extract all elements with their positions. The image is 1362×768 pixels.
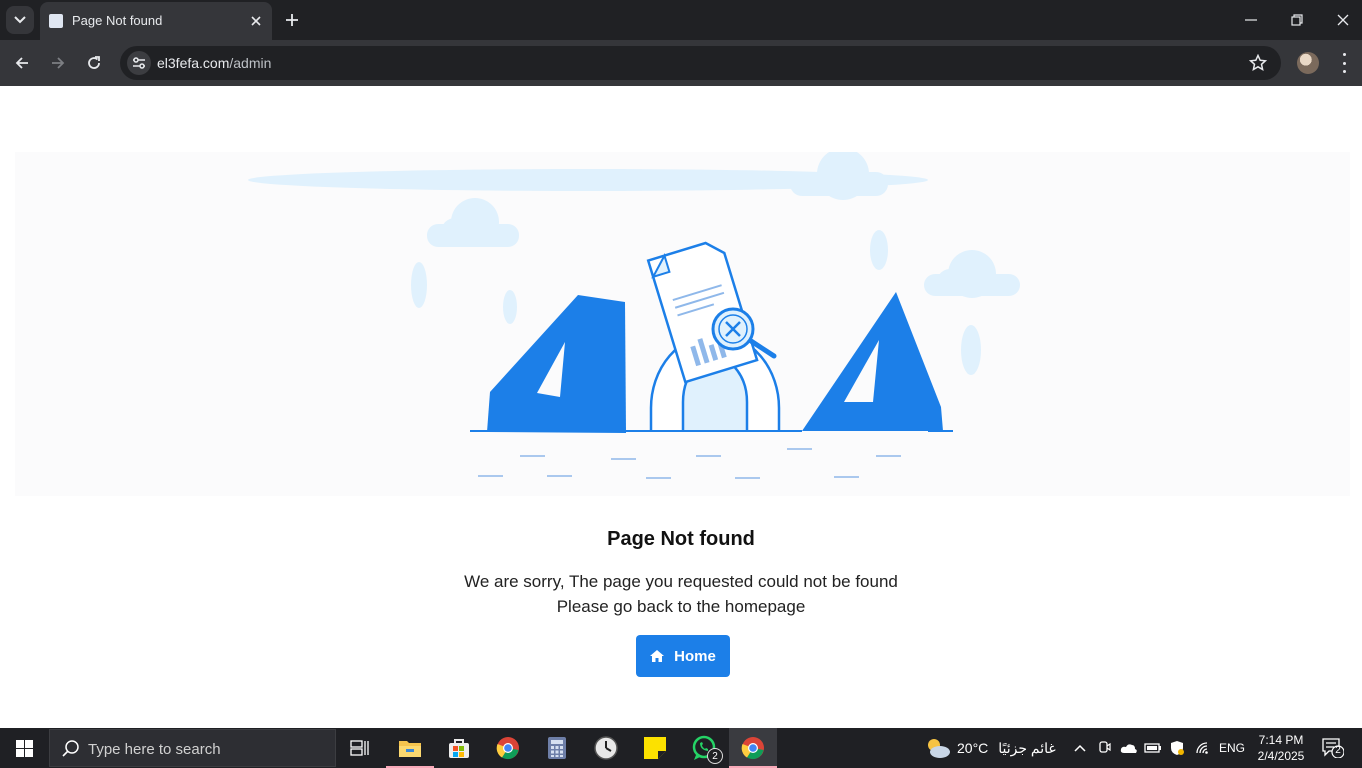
alarm-clock-icon [594, 736, 618, 760]
url-path: /admin [229, 55, 272, 71]
forward-button[interactable] [44, 49, 72, 77]
battery-icon[interactable] [1143, 728, 1163, 768]
network-icon[interactable] [1193, 728, 1213, 768]
weather-description: غائم جزئيًا [998, 739, 1056, 756]
page-title: Page Not found [607, 528, 755, 550]
task-view-icon [350, 740, 369, 756]
input-language[interactable]: ENG [1219, 741, 1245, 755]
chrome-icon [741, 737, 764, 760]
minimize-icon [1245, 19, 1257, 21]
taskbar-search-input[interactable]: Type here to search [49, 729, 336, 767]
page-content: Page Not found We are sorry, The page yo… [0, 87, 1362, 728]
address-bar[interactable]: el3fefa.com/admin [120, 46, 1281, 80]
new-tab-button[interactable] [282, 10, 302, 30]
taskbar-chrome-active[interactable] [729, 728, 777, 768]
search-icon [62, 740, 79, 757]
start-button[interactable] [0, 728, 48, 768]
onedrive-icon[interactable] [1119, 728, 1139, 768]
plus-icon [286, 14, 298, 26]
error-message-line2: Please go back to the homepage [556, 597, 806, 616]
minimize-button[interactable] [1236, 6, 1266, 34]
windows-logo-icon [15, 739, 33, 757]
close-window-button[interactable] [1328, 6, 1358, 34]
page-favicon-icon [49, 14, 63, 28]
url-text: el3fefa.com/admin [157, 55, 271, 71]
home-button-label: Home [674, 647, 716, 665]
bookmark-star-icon[interactable] [1249, 54, 1267, 72]
chevron-up-icon [1074, 744, 1086, 752]
taskbar-whatsapp[interactable]: 2 [680, 728, 728, 768]
tab-search-button[interactable] [6, 6, 34, 34]
reload-button[interactable] [80, 49, 108, 77]
chevron-down-icon [14, 16, 26, 24]
error-message-line1: We are sorry, The page you requested cou… [464, 572, 898, 591]
arrow-right-icon [52, 57, 65, 69]
profile-avatar[interactable] [1297, 52, 1319, 74]
taskbar-clock-app[interactable] [582, 728, 630, 768]
sticky-note-icon [644, 737, 666, 759]
taskbar-chrome[interactable] [484, 728, 532, 768]
browser-toolbar: el3fefa.com/admin [0, 40, 1362, 86]
search-placeholder: Type here to search [88, 741, 221, 758]
notification-count: 2 [1335, 745, 1341, 756]
notification-center-button[interactable]: 2 [1322, 738, 1345, 759]
404-illustration [15, 152, 1350, 496]
arrow-left-icon [15, 57, 28, 69]
taskbar-calculator[interactable] [533, 728, 581, 768]
restore-button[interactable] [1282, 6, 1312, 34]
whatsapp-badge: 2 [707, 748, 723, 764]
clock-date: 2/4/2025 [1257, 749, 1305, 763]
taskbar-microsoft-store[interactable] [435, 728, 483, 768]
browser-tab[interactable]: Page Not found [40, 2, 272, 40]
calculator-icon [548, 737, 566, 759]
folder-icon [399, 741, 421, 757]
home-icon [650, 650, 665, 662]
browser-menu-icon[interactable] [1336, 53, 1352, 73]
system-clock[interactable]: 7:14 PM 2/4/2025 [1250, 732, 1312, 764]
security-shield-icon[interactable] [1167, 728, 1187, 768]
taskbar-sticky-notes[interactable] [631, 728, 679, 768]
meet-now-icon[interactable] [1096, 728, 1114, 768]
clock-time: 7:14 PM [1258, 733, 1304, 747]
home-button[interactable]: Home [636, 635, 730, 677]
windows-taskbar: Type here to search 2 20°C غائم جزئيًا E… [0, 728, 1362, 768]
show-hidden-icons[interactable] [1070, 728, 1090, 768]
close-icon [1337, 14, 1349, 26]
tab-strip: Page Not found [0, 0, 1362, 40]
partly-cloudy-icon [928, 739, 950, 758]
task-view-button[interactable] [336, 728, 384, 768]
restore-icon [1291, 14, 1303, 26]
chrome-icon [496, 737, 519, 760]
site-settings-icon[interactable] [127, 51, 151, 75]
reload-icon [88, 56, 100, 69]
url-host: el3fefa.com [157, 55, 230, 71]
weather-widget[interactable]: 20°C غائم جزئيًا [925, 728, 1056, 768]
close-tab-icon[interactable] [247, 12, 265, 30]
back-button[interactable] [8, 49, 36, 77]
tab-title: Page Not found [72, 13, 163, 28]
taskbar-file-explorer[interactable] [386, 728, 434, 768]
store-icon [449, 739, 469, 758]
weather-temperature: 20°C [957, 740, 989, 756]
